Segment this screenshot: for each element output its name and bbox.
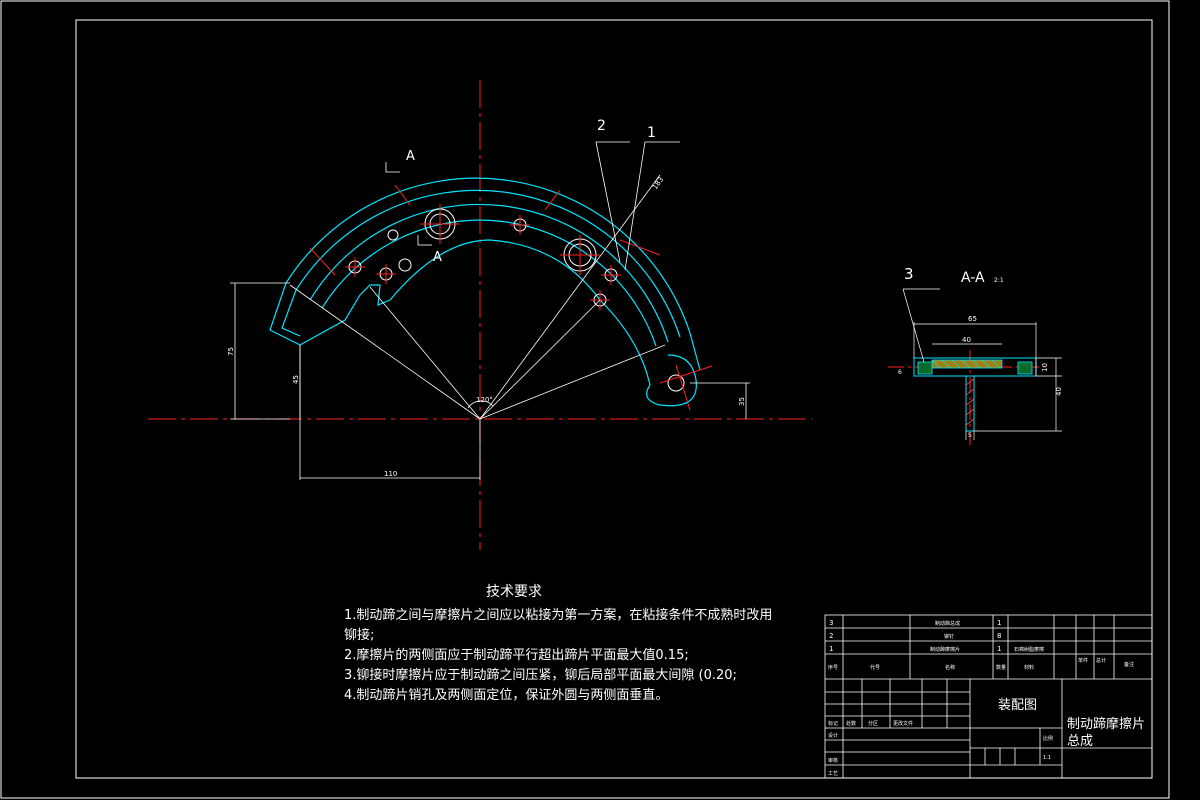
dim-120: 120°	[476, 396, 493, 404]
requirement-line: 4.制动蹄片销孔及两侧面定位，保证外圆与两侧面垂直。	[344, 688, 669, 703]
section-friction	[931, 359, 1003, 369]
section-view: A-A 2:1 3 65 40 10 40 6 5	[888, 265, 1063, 445]
part-row-1-qty: 1	[997, 645, 1001, 653]
hdr-unit-weight: 单件	[1078, 657, 1088, 664]
requirement-line: 2.摩擦片的两侧面应于制动蹄平行超出蹄片平面最大值0.15;	[344, 648, 689, 663]
hdr-no: 序号	[828, 664, 838, 671]
construction-lines	[230, 141, 750, 480]
sec-dim-6: 6	[898, 369, 902, 376]
title-block-grid	[824, 614, 1153, 779]
hdr-name: 名称	[945, 664, 955, 671]
role-process: 工艺	[828, 771, 838, 777]
dim-75: 75	[227, 347, 235, 356]
hdr-remark: 备注	[1124, 661, 1134, 668]
hdr-qty: 数量	[996, 664, 1006, 671]
part-row-2-no: 2	[829, 632, 833, 640]
hdr-total-weight: 总计	[1096, 657, 1106, 664]
title-block-text: 3 制动蹄总成 1 2 铆钉 8 1 制动蹄摩擦片 1 石棉树脂摩擦 序号 代号…	[828, 619, 1145, 777]
rev-label-file: 更改文件	[893, 720, 913, 727]
section-title: A-A	[961, 270, 985, 286]
drawing-title-line1: 制动蹄摩擦片	[1067, 716, 1145, 732]
technical-requirements: 技术要求 1.制动蹄之间与摩擦片之间应以粘接为第一方案，在粘接条件不成熟时改用 …	[344, 582, 804, 706]
section-rivet-right	[1017, 361, 1033, 375]
section-scale: 2:1	[994, 277, 1004, 284]
part-row-3-no: 3	[829, 619, 833, 627]
part-row-1-name: 制动蹄摩擦片	[930, 646, 960, 653]
part-row-1-no: 1	[829, 645, 833, 653]
cut-marker-bottom: A	[433, 250, 442, 265]
part-row-2-qty: 8	[997, 632, 1001, 640]
main-view-labels: A A 1 2 75 45 110 120° 183 35	[227, 118, 746, 478]
sec-dim-40v: 40	[1055, 387, 1063, 396]
callout-2: 2	[597, 118, 606, 134]
requirement-line: 1.制动蹄之间与摩擦片之间应以粘接为第一方案，在粘接条件不成熟时改用	[344, 608, 773, 623]
section-labels: A-A 2:1 3 65 40 10 40 6 5	[898, 265, 1063, 439]
role-review: 审核	[828, 757, 838, 764]
callout-1: 1	[647, 125, 656, 141]
section-rivet-left	[917, 361, 933, 375]
sec-dim-40: 40	[962, 336, 971, 344]
requirement-line: 铆接;	[344, 628, 375, 643]
dim-183: 183	[651, 176, 665, 192]
part-row-1-material: 石棉树脂摩擦	[1014, 646, 1044, 653]
drawing-type: 装配图	[998, 698, 1037, 713]
rev-label-count: 处数	[846, 720, 856, 727]
dim-35: 35	[738, 397, 746, 406]
rev-label-mark: 标记	[828, 720, 838, 727]
drawing-title-line2: 总成	[1067, 734, 1093, 749]
requirements-title: 技术要求	[486, 584, 542, 600]
cut-marker-top: A	[406, 149, 415, 164]
part-row-3-name: 制动蹄总成	[935, 620, 960, 627]
scale-label: 比例	[1043, 735, 1053, 742]
scale-value: 1:1	[1043, 755, 1051, 761]
sec-dim-65: 65	[968, 315, 977, 323]
dim-45: 45	[292, 375, 300, 384]
role-design: 设计	[828, 732, 838, 739]
part-row-3-qty: 1	[997, 619, 1001, 627]
dim-110: 110	[384, 470, 397, 478]
sec-dim-5: 5	[968, 432, 972, 439]
sec-dim-10: 10	[1041, 363, 1049, 372]
hdr-material: 材料	[1024, 664, 1034, 671]
shoe-outline	[269, 177, 701, 407]
rivet-holes	[348, 208, 685, 392]
rev-label-zone: 分区	[868, 720, 878, 727]
callout-3: 3	[904, 265, 914, 283]
hdr-code: 代号	[870, 664, 880, 671]
requirement-line: 3.铆接时摩擦片应于制动蹄之间压紧，铆后局部平面最大间隙 (0.20;	[344, 668, 737, 683]
part-row-2-name: 铆钉	[944, 633, 954, 640]
